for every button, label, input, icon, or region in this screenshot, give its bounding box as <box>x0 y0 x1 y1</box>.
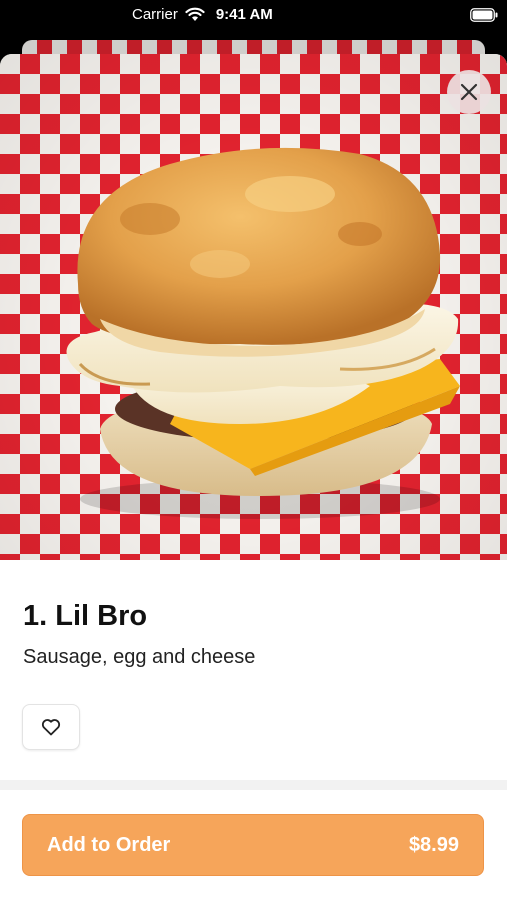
status-center: Carrier 9:41 AM <box>132 6 273 23</box>
close-button[interactable] <box>447 70 491 114</box>
item-description: Sausage, egg and cheese <box>23 646 256 668</box>
item-detail-sheet: 1. Lil Bro Sausage, egg and cheese Add t… <box>0 54 507 900</box>
section-divider <box>0 780 507 790</box>
price-label: $8.99 <box>408 833 459 856</box>
favorite-button[interactable] <box>22 704 80 750</box>
battery-icon <box>470 8 498 22</box>
status-time: 9:41 AM <box>215 6 273 23</box>
wifi-icon <box>185 7 205 21</box>
item-image <box>0 54 507 560</box>
carrier-label: Carrier <box>132 6 178 23</box>
add-to-order-label: Add to Order <box>47 833 171 856</box>
breakfast-sandwich-image <box>66 147 460 519</box>
status-bar: Carrier 9:41 AM <box>0 0 507 32</box>
order-footer: Add to Order $8.99 <box>0 790 507 900</box>
close-icon <box>460 83 478 101</box>
item-title: 1. Lil Bro <box>23 600 148 632</box>
heart-icon <box>41 719 61 736</box>
add-to-order-button[interactable]: Add to Order $8.99 <box>22 814 484 876</box>
